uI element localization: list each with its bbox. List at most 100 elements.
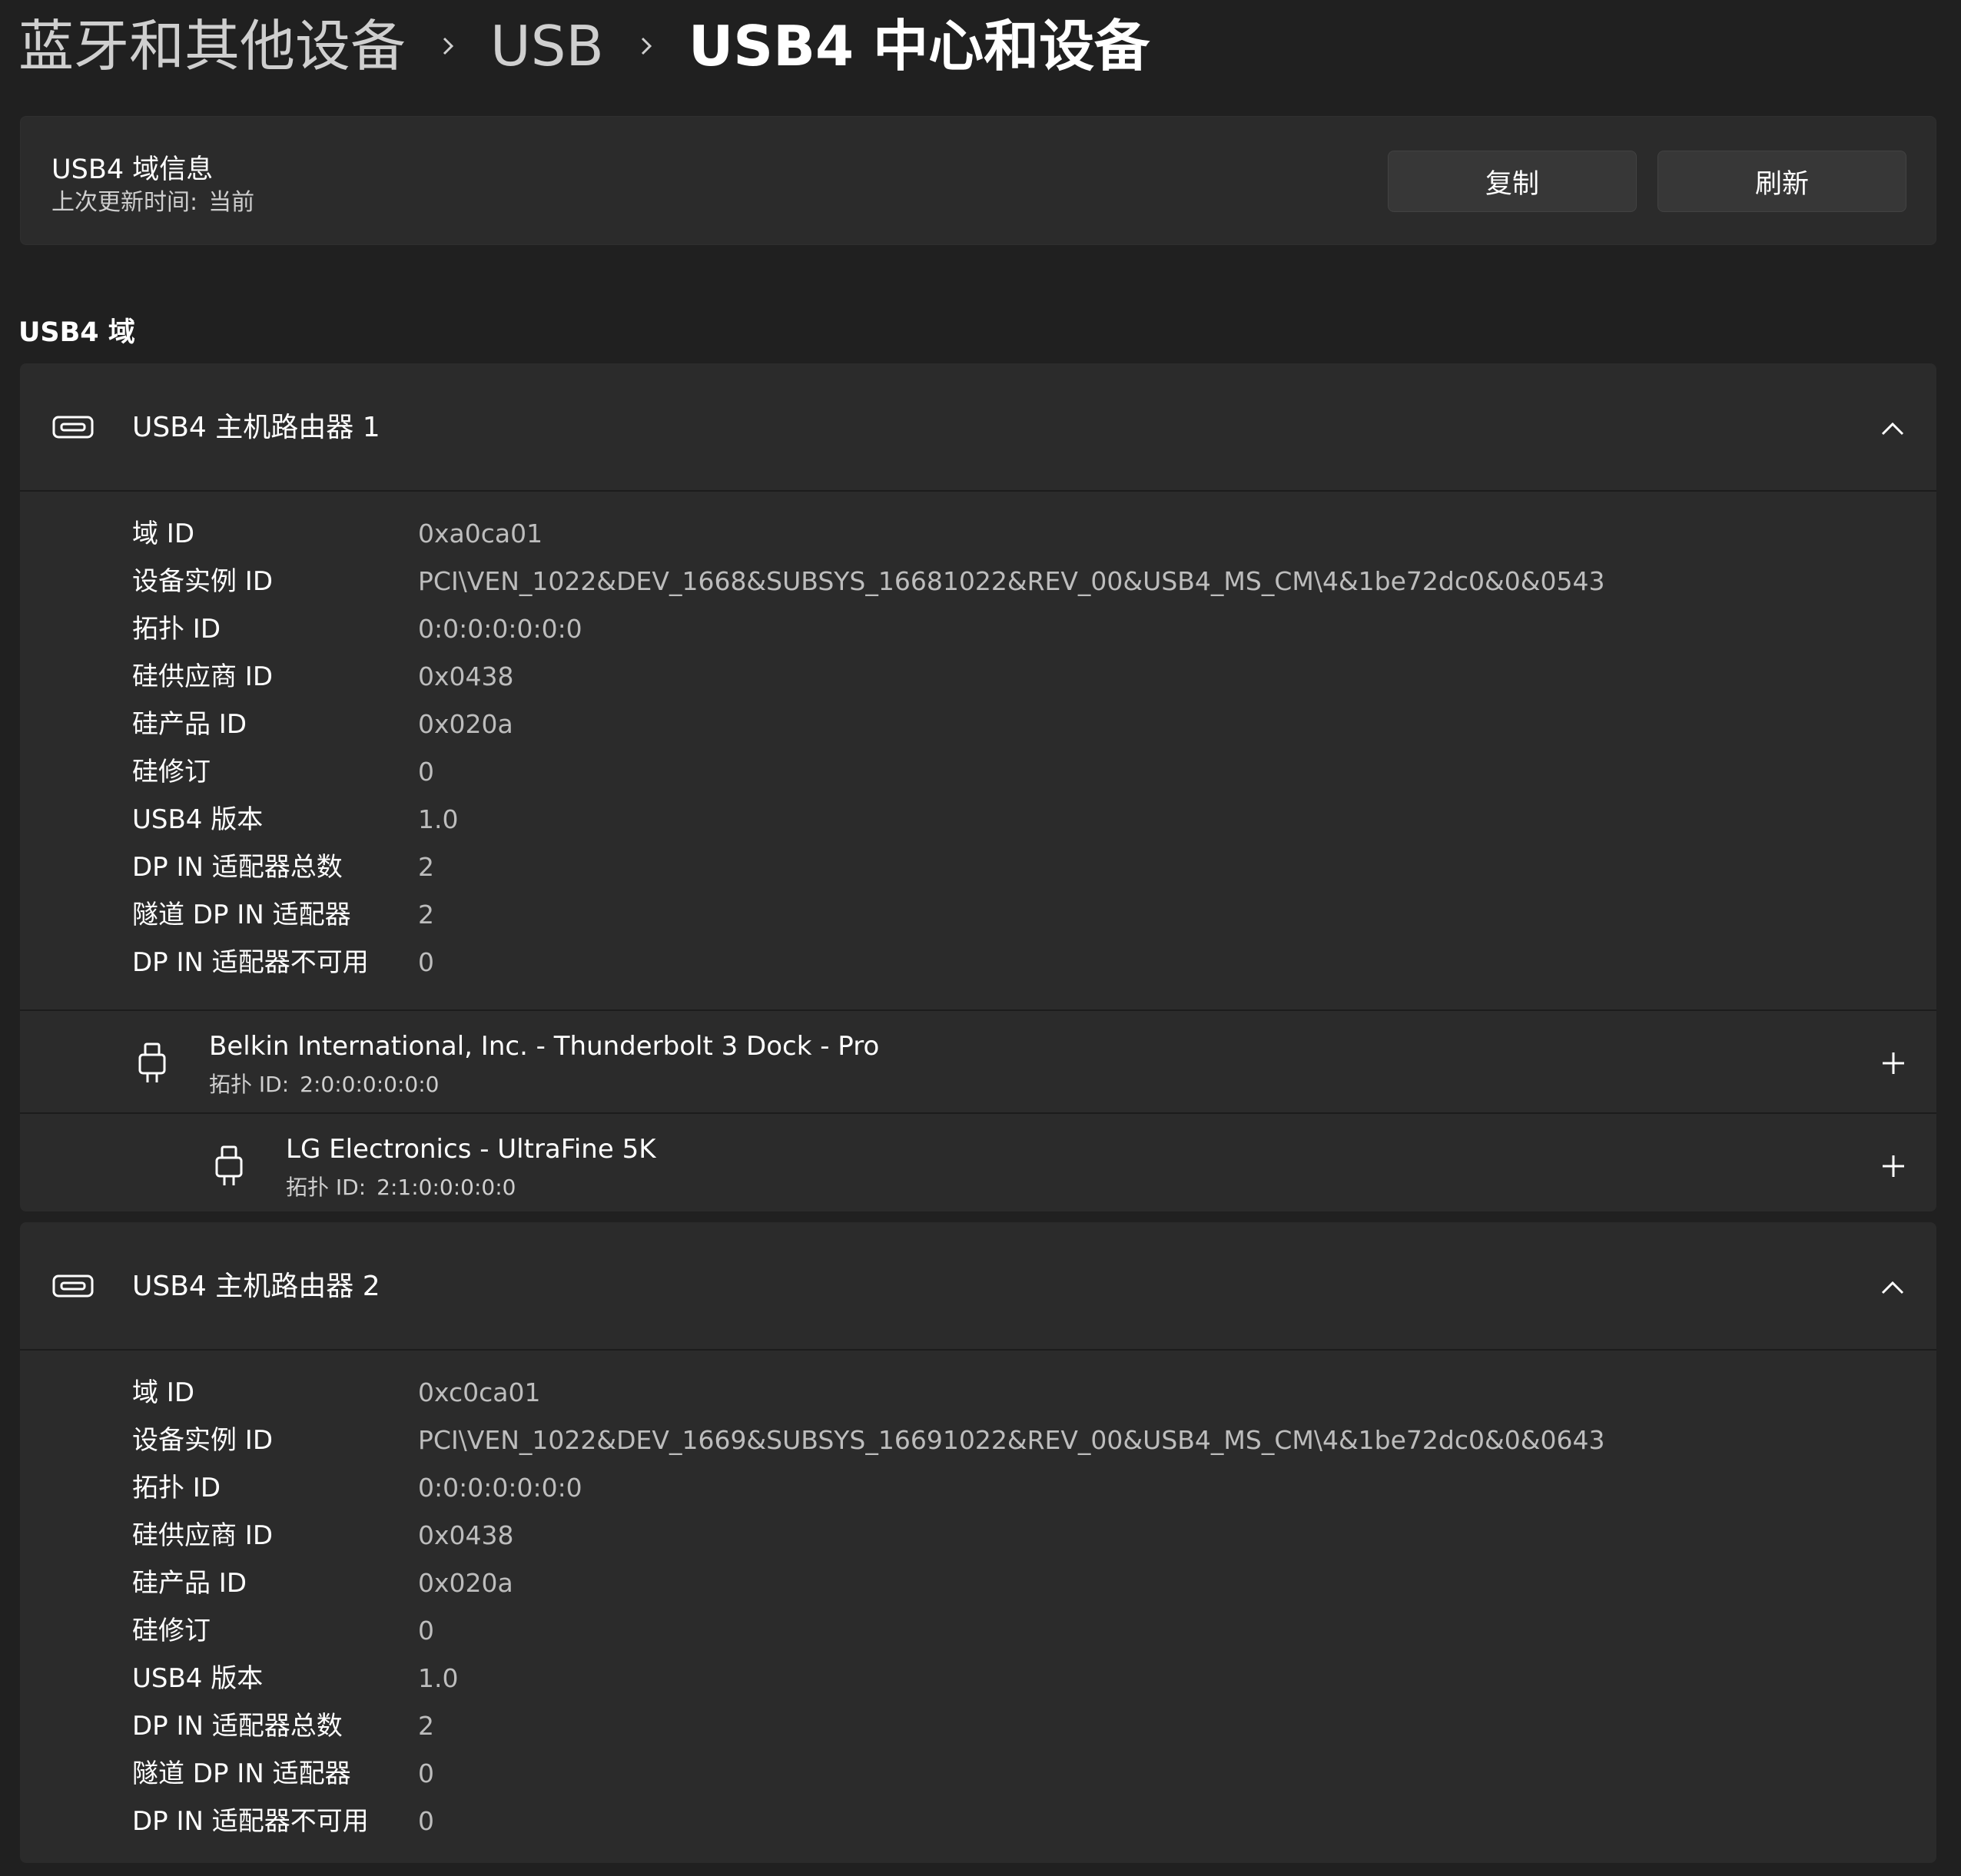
usb-c-port-icon — [52, 1274, 94, 1298]
usb4-domain-info-card: USB4 域信息 上次更新时间: 当前 复制 刷新 — [20, 116, 1936, 245]
device-topology-label: 拓扑 ID: — [286, 1175, 367, 1200]
router-header[interactable]: USB4 主机路由器 1 — [20, 363, 1936, 492]
property-label: 设备实例 ID — [132, 1425, 274, 1456]
router-panel-1: USB4 主机路由器 1 域 ID 0xa0ca01 设备实例 ID PCI\VEN… — [20, 363, 1936, 1211]
property-label: 域 ID — [132, 519, 195, 549]
chevron-right-icon — [406, 8, 490, 85]
property-value: 0 — [418, 1616, 434, 1646]
info-card-title: USB4 域信息 — [51, 154, 214, 185]
property-row: 硅修订 0 — [20, 748, 1936, 796]
expand-plus-icon[interactable] — [1880, 1152, 1907, 1180]
router-panel-2: USB4 主机路由器 2 域 ID 0xc0ca01 设备实例 ID PCI\VEN… — [20, 1222, 1936, 1863]
chevron-right-icon — [604, 8, 689, 85]
breadcrumb-usb[interactable]: USB — [490, 8, 604, 85]
property-value: 0 — [418, 1758, 434, 1788]
property-row: DP IN 适配器不可用 0 — [20, 939, 1936, 986]
property-row: 硅供应商 ID 0x0438 — [20, 1512, 1936, 1559]
device-topology-value: 2:0:0:0:0:0:0 — [300, 1072, 440, 1097]
copy-button[interactable]: 复制 — [1388, 151, 1637, 212]
property-label: USB4 版本 — [132, 804, 264, 835]
property-value: 0:0:0:0:0:0:0 — [418, 1473, 582, 1503]
chevron-up-icon[interactable] — [1880, 416, 1906, 442]
property-row: 隧道 DP IN 适配器 2 — [20, 891, 1936, 939]
property-row: DP IN 适配器总数 2 — [20, 1702, 1936, 1750]
usb-plug-icon — [215, 1145, 243, 1185]
chevron-up-icon[interactable] — [1880, 1274, 1906, 1301]
property-row: 硅供应商 ID 0x0438 — [20, 653, 1936, 701]
breadcrumb-bluetooth-devices[interactable]: 蓝牙和其他设备 — [18, 8, 406, 85]
expand-plus-icon[interactable] — [1880, 1049, 1907, 1077]
router-title: USB4 主机路由器 2 — [132, 1271, 380, 1302]
property-label: USB4 版本 — [132, 1663, 264, 1694]
device-name: Belkin International, Inc. - Thunderbolt… — [209, 1031, 880, 1062]
router-properties: 域 ID 0xc0ca01 设备实例 ID PCI\VEN_1022&DEV_166… — [20, 1351, 1936, 1845]
property-value: 1.0 — [418, 1663, 459, 1693]
property-value: PCI\VEN_1022&DEV_1668&SUBSYS_16681022&RE… — [418, 566, 1605, 596]
property-label: 硅供应商 ID — [132, 661, 274, 692]
property-row: USB4 版本 1.0 — [20, 796, 1936, 844]
property-label: 隧道 DP IN 适配器 — [132, 1758, 351, 1789]
property-label: 设备实例 ID — [132, 566, 274, 597]
property-label: DP IN 适配器不可用 — [132, 1806, 369, 1837]
property-value: 2 — [418, 852, 434, 882]
device-topology: 拓扑 ID: 2:1:0:0:0:0:0 — [286, 1171, 516, 1202]
property-label: 硅产品 ID — [132, 1568, 247, 1599]
device-row-lg-ultrafine[interactable]: LG Electronics - UltraFine 5K 拓扑 ID: 2:1:… — [20, 1112, 1936, 1211]
usb-c-port-icon — [52, 416, 94, 439]
property-label: 硅产品 ID — [132, 709, 247, 740]
property-label: 域 ID — [132, 1377, 195, 1408]
property-value: 0xc0ca01 — [418, 1377, 541, 1407]
last-updated-value: 当前 — [208, 189, 255, 216]
refresh-button[interactable]: 刷新 — [1657, 151, 1906, 212]
property-label: 硅修订 — [132, 757, 211, 787]
router-properties: 域 ID 0xa0ca01 设备实例 ID PCI\VEN_1022&DEV_166… — [20, 492, 1936, 986]
last-updated: 上次更新时间: 当前 — [51, 183, 265, 217]
property-value: PCI\VEN_1022&DEV_1669&SUBSYS_16691022&RE… — [418, 1425, 1605, 1455]
property-row: 硅修订 0 — [20, 1607, 1936, 1655]
property-value: 0x0438 — [418, 1520, 514, 1550]
property-value: 1.0 — [418, 804, 459, 834]
property-value: 0x020a — [418, 1568, 513, 1598]
property-label: DP IN 适配器总数 — [132, 1711, 343, 1742]
usb4-domain-heading: USB4 域 — [18, 317, 135, 348]
device-topology: 拓扑 ID: 2:0:0:0:0:0:0 — [209, 1068, 439, 1099]
property-label: DP IN 适配器总数 — [132, 852, 343, 883]
usb-plug-icon — [138, 1042, 166, 1082]
device-name: LG Electronics - UltraFine 5K — [286, 1134, 656, 1165]
property-label: DP IN 适配器不可用 — [132, 947, 369, 978]
property-row: 硅产品 ID 0x020a — [20, 701, 1936, 748]
property-value: 0 — [418, 947, 434, 977]
property-row: 设备实例 ID PCI\VEN_1022&DEV_1668&SUBSYS_1668… — [20, 558, 1936, 605]
router-header[interactable]: USB4 主机路由器 2 — [20, 1222, 1936, 1351]
property-label: 拓扑 ID — [132, 1473, 221, 1503]
router-title: USB4 主机路由器 1 — [132, 412, 380, 443]
last-updated-label: 上次更新时间: — [51, 189, 198, 216]
property-row: DP IN 适配器不可用 0 — [20, 1798, 1936, 1845]
property-value: 0:0:0:0:0:0:0 — [418, 614, 582, 644]
property-row: 硅产品 ID 0x020a — [20, 1559, 1936, 1607]
property-row: 域 ID 0xa0ca01 — [20, 510, 1936, 558]
breadcrumb: 蓝牙和其他设备 USB USB4 中心和设备 — [18, 8, 1150, 85]
property-row: 拓扑 ID 0:0:0:0:0:0:0 — [20, 1464, 1936, 1512]
property-value: 0x020a — [418, 709, 513, 739]
property-row: 域 ID 0xc0ca01 — [20, 1369, 1936, 1417]
property-label: 隧道 DP IN 适配器 — [132, 900, 351, 930]
property-value: 2 — [418, 1711, 434, 1741]
property-label: 硅修订 — [132, 1616, 211, 1646]
property-row: DP IN 适配器总数 2 — [20, 844, 1936, 891]
property-value: 0 — [418, 757, 434, 787]
property-row: 设备实例 ID PCI\VEN_1022&DEV_1669&SUBSYS_1669… — [20, 1417, 1936, 1464]
property-row: 拓扑 ID 0:0:0:0:0:0:0 — [20, 605, 1936, 653]
property-value: 2 — [418, 900, 434, 930]
property-value: 0xa0ca01 — [418, 519, 543, 549]
property-row: 隧道 DP IN 适配器 0 — [20, 1750, 1936, 1798]
property-value: 0 — [418, 1806, 434, 1836]
device-topology-value: 2:1:0:0:0:0:0 — [377, 1175, 516, 1200]
device-topology-label: 拓扑 ID: — [209, 1072, 290, 1097]
property-label: 拓扑 ID — [132, 614, 221, 645]
page-title: USB4 中心和设备 — [688, 14, 1150, 78]
device-row-belkin-dock[interactable]: Belkin International, Inc. - Thunderbolt… — [20, 1009, 1936, 1112]
property-row: USB4 版本 1.0 — [20, 1655, 1936, 1702]
property-value: 0x0438 — [418, 661, 514, 691]
property-label: 硅供应商 ID — [132, 1520, 274, 1551]
